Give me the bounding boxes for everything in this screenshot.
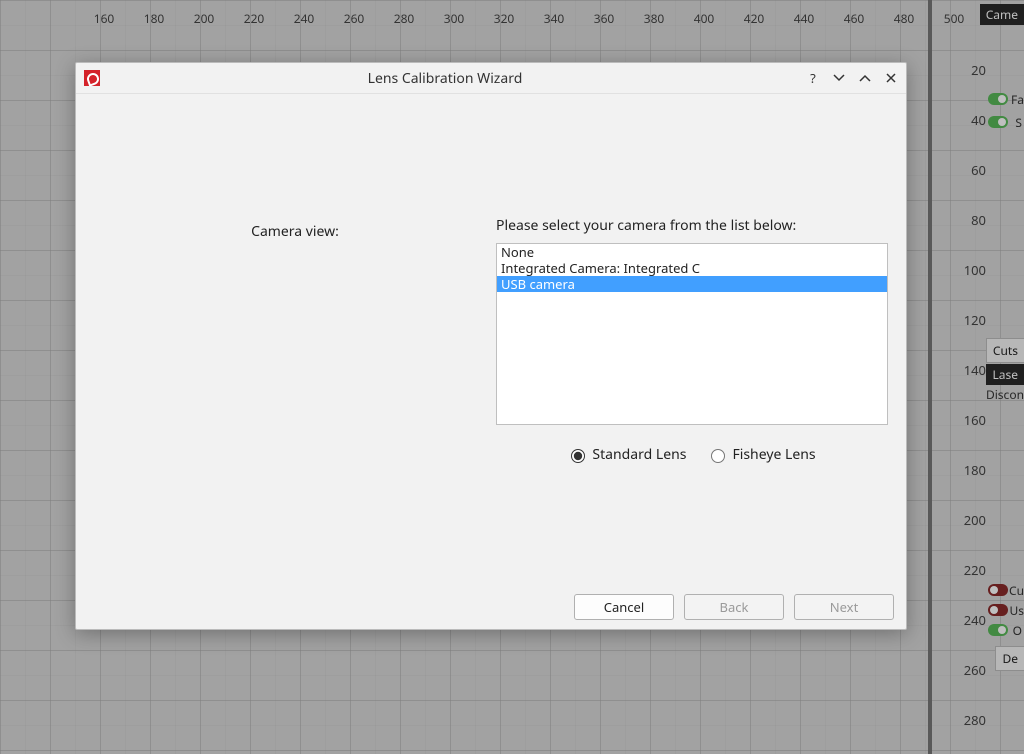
fisheye-lens-radio-input[interactable]	[711, 449, 725, 463]
dialog-body: Camera view: Please select your camera f…	[76, 94, 906, 585]
standard-lens-radio-input[interactable]	[571, 449, 585, 463]
standard-lens-radio[interactable]: Standard Lens	[566, 445, 686, 464]
fisheye-lens-radio[interactable]: Fisheye Lens	[706, 445, 815, 464]
app-icon	[84, 70, 100, 86]
camera-list-item[interactable]: USB camera	[497, 276, 887, 292]
camera-view-label: Camera view:	[94, 122, 496, 567]
camera-list-item[interactable]: Integrated Camera: Integrated C	[497, 260, 887, 276]
select-camera-label: Please select your camera from the list …	[496, 122, 888, 235]
standard-lens-label: Standard Lens	[592, 445, 686, 464]
camera-listbox[interactable]: NoneIntegrated Camera: Integrated CUSB c…	[496, 243, 888, 425]
cancel-button[interactable]: Cancel	[574, 594, 674, 620]
collapse-up-icon[interactable]	[858, 71, 872, 85]
next-button[interactable]: Next	[794, 594, 894, 620]
close-button[interactable]	[884, 71, 898, 85]
dialog-titlebar: Lens Calibration Wizard ?	[76, 63, 906, 94]
lens-calibration-dialog: Lens Calibration Wizard ? Camera view: P…	[75, 62, 907, 630]
collapse-down-icon[interactable]	[832, 71, 846, 85]
help-button[interactable]: ?	[806, 71, 820, 85]
back-button[interactable]: Back	[684, 594, 784, 620]
dialog-title: Lens Calibration Wizard	[84, 69, 806, 88]
dialog-footer: Cancel Back Next	[76, 585, 906, 629]
fisheye-lens-label: Fisheye Lens	[732, 445, 815, 464]
camera-list-item[interactable]: None	[497, 244, 887, 260]
